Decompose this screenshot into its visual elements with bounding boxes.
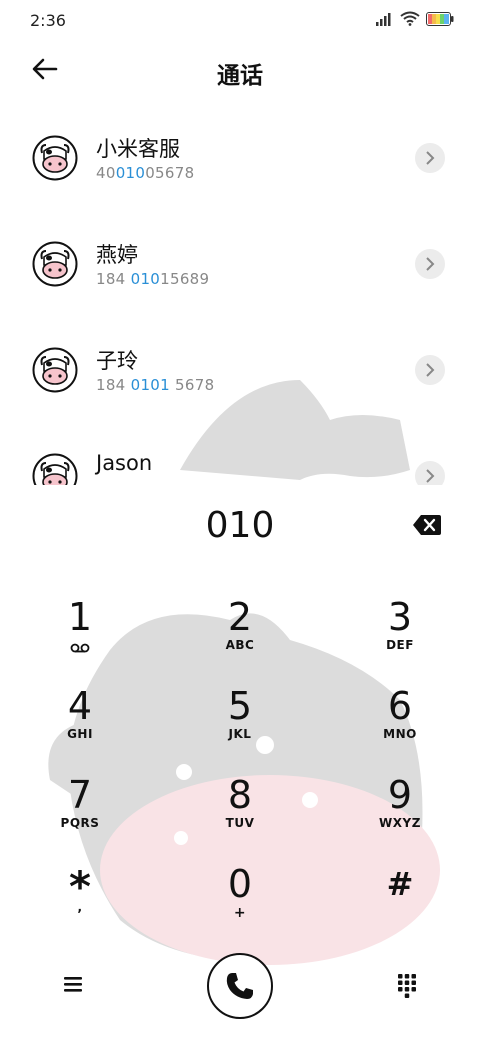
contact-name: 子玲 bbox=[96, 349, 138, 373]
contact-list[interactable]: 小米客服 4001005678 燕婷 184 01015689 子玲 184 0… bbox=[0, 105, 480, 485]
key-letters: JKL bbox=[228, 727, 252, 741]
contact-number: 184 0101 5678 bbox=[96, 376, 215, 394]
key-1[interactable]: 1 bbox=[20, 596, 140, 676]
key-digit: 8 bbox=[227, 773, 253, 817]
phone-icon bbox=[226, 973, 253, 999]
key-6[interactable]: 6 MNO bbox=[340, 685, 460, 765]
voicemail-icon bbox=[70, 643, 90, 653]
key-2[interactable]: 2 ABC bbox=[180, 596, 300, 676]
contact-detail-button[interactable] bbox=[415, 355, 445, 385]
page-title: 通话 bbox=[217, 63, 263, 89]
contact-row[interactable]: Jason bbox=[0, 423, 480, 485]
dial-input[interactable]: 010 bbox=[0, 505, 480, 546]
key-digit: 6 bbox=[387, 684, 413, 728]
battery-icon bbox=[426, 11, 454, 26]
contact-name: 小米客服 bbox=[96, 137, 180, 161]
key-0[interactable]: 0 + bbox=[180, 863, 300, 943]
key-letters: WXYZ bbox=[379, 816, 421, 830]
key-letters: GHI bbox=[67, 727, 93, 741]
cow-avatar-icon bbox=[32, 347, 78, 393]
contact-row[interactable]: 子玲 184 0101 5678 bbox=[0, 317, 480, 423]
key-3[interactable]: 3 DEF bbox=[340, 596, 460, 676]
key-letters: DEF bbox=[386, 638, 414, 652]
contact-detail-button[interactable] bbox=[415, 461, 445, 485]
key-digit: 5 bbox=[227, 684, 253, 728]
key-digit: 2 bbox=[227, 595, 253, 639]
contact-row[interactable]: 小米客服 4001005678 bbox=[0, 105, 480, 211]
key-letters: , bbox=[77, 900, 83, 914]
status-time: 2:36 bbox=[30, 11, 66, 30]
call-button[interactable] bbox=[207, 953, 273, 1019]
chevron-right-icon bbox=[426, 151, 435, 165]
key-letters: TUV bbox=[225, 816, 255, 830]
hamburger-icon[interactable] bbox=[60, 970, 88, 998]
chevron-right-icon bbox=[426, 469, 435, 483]
key-letters: ABC bbox=[225, 638, 255, 652]
key-letters: MNO bbox=[383, 727, 417, 741]
cow-avatar-icon bbox=[32, 453, 78, 485]
chevron-right-icon bbox=[426, 257, 435, 271]
key-4[interactable]: 4 GHI bbox=[20, 685, 140, 765]
key-letters: PQRS bbox=[60, 816, 100, 830]
signal-icon bbox=[376, 12, 391, 26]
wifi-icon bbox=[400, 11, 420, 26]
cow-avatar-icon bbox=[32, 241, 78, 287]
status-bar: 2:36 bbox=[0, 0, 480, 40]
app-header: 通话 bbox=[0, 46, 480, 94]
key-hash[interactable]: # bbox=[340, 863, 460, 943]
key-digit: 0 bbox=[227, 862, 253, 906]
key-digit: # bbox=[386, 865, 414, 903]
key-5[interactable]: 5 JKL bbox=[180, 685, 300, 765]
contact-detail-button[interactable] bbox=[415, 143, 445, 173]
cow-avatar-icon bbox=[32, 135, 78, 181]
contact-number: 184 01015689 bbox=[96, 270, 210, 288]
key-digit: 1 bbox=[67, 595, 93, 639]
key-letters: + bbox=[233, 905, 247, 921]
key-digit: 3 bbox=[387, 595, 413, 639]
key-digit: 4 bbox=[67, 684, 93, 728]
contact-row[interactable]: 燕婷 184 01015689 bbox=[0, 211, 480, 317]
key-star[interactable]: * , bbox=[20, 866, 140, 946]
key-8[interactable]: 8 TUV bbox=[180, 774, 300, 854]
contact-number: 4001005678 bbox=[96, 164, 195, 182]
chevron-right-icon bbox=[426, 363, 435, 377]
key-7[interactable]: 7 PQRS bbox=[20, 774, 140, 854]
backspace-icon[interactable] bbox=[412, 512, 442, 538]
contact-name: Jason bbox=[96, 451, 153, 475]
key-9[interactable]: 9 WXYZ bbox=[340, 774, 460, 854]
contact-name: 燕婷 bbox=[96, 243, 138, 267]
key-digit: 7 bbox=[67, 773, 93, 817]
contact-detail-button[interactable] bbox=[415, 249, 445, 279]
dialpad-icon[interactable] bbox=[392, 970, 422, 1000]
key-digit: 9 bbox=[387, 773, 413, 817]
